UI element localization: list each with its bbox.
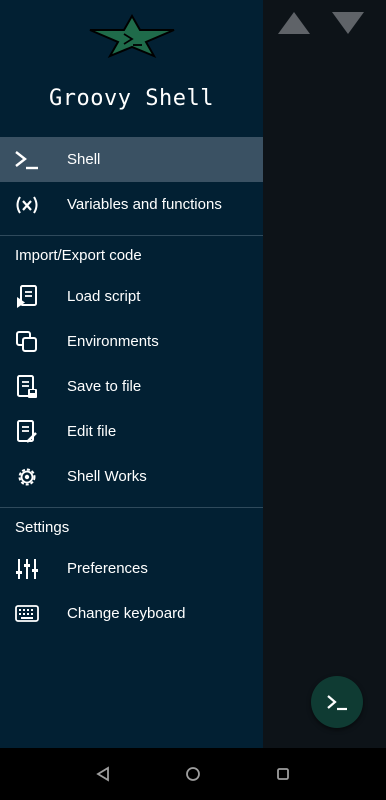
groovy-star-logo [89,14,175,58]
variable-x-icon [14,192,40,218]
sliders-icon [14,556,40,582]
menu-item-label: Shell Works [67,468,147,485]
gear-icon [14,464,40,490]
menu-item-environments[interactable]: Environments [0,319,263,364]
scroll-down-icon[interactable] [330,10,366,36]
load-script-icon [14,284,40,310]
save-file-icon [14,374,40,400]
menu-item-label: Variables and functions [67,196,222,213]
menu-item-label: Environments [67,333,159,350]
menu-item-shell[interactable]: Shell [0,137,263,182]
section-header-settings: Settings [15,518,70,536]
terminal-icon [327,695,347,711]
menu-item-label: Load script [67,288,141,305]
scroll-controls [276,10,366,36]
menu-item-edit-file[interactable]: Edit file [0,409,263,454]
menu-item-preferences[interactable]: Preferences [0,546,263,591]
menu-item-label: Preferences [67,560,148,577]
navigation-drawer: Groovy Shell Shell Variables and functio… [0,0,263,748]
section-header-import-export: Import/Export code [15,246,142,264]
menu-item-label: Edit file [67,423,117,440]
back-button[interactable] [90,761,116,787]
environments-icon [14,329,40,355]
menu-item-variables[interactable]: Variables and functions [0,182,263,227]
recents-button[interactable] [270,761,296,787]
terminal-icon [14,147,40,173]
system-nav-bar [0,748,386,800]
menu-item-change-keyboard[interactable]: Change keyboard [0,591,263,636]
menu-item-save-to-file[interactable]: Save to file [0,364,263,409]
menu-item-label: Change keyboard [67,605,186,622]
scroll-up-icon[interactable] [276,10,312,36]
app-title: Groovy Shell [49,86,214,111]
menu-item-label: Shell [67,151,101,168]
back-triangle-icon [96,766,109,782]
menu-item-shell-works[interactable]: Shell Works [0,454,263,499]
home-button[interactable] [180,761,206,787]
drawer-header: Groovy Shell [0,0,263,137]
menu-item-load-script[interactable]: Load script [0,274,263,319]
edit-file-icon [14,419,40,445]
home-circle-icon [186,767,200,781]
menu-item-label: Save to file [67,378,142,395]
run-shell-fab[interactable] [311,676,363,728]
keyboard-icon [14,601,40,627]
recents-square-icon [277,768,289,780]
